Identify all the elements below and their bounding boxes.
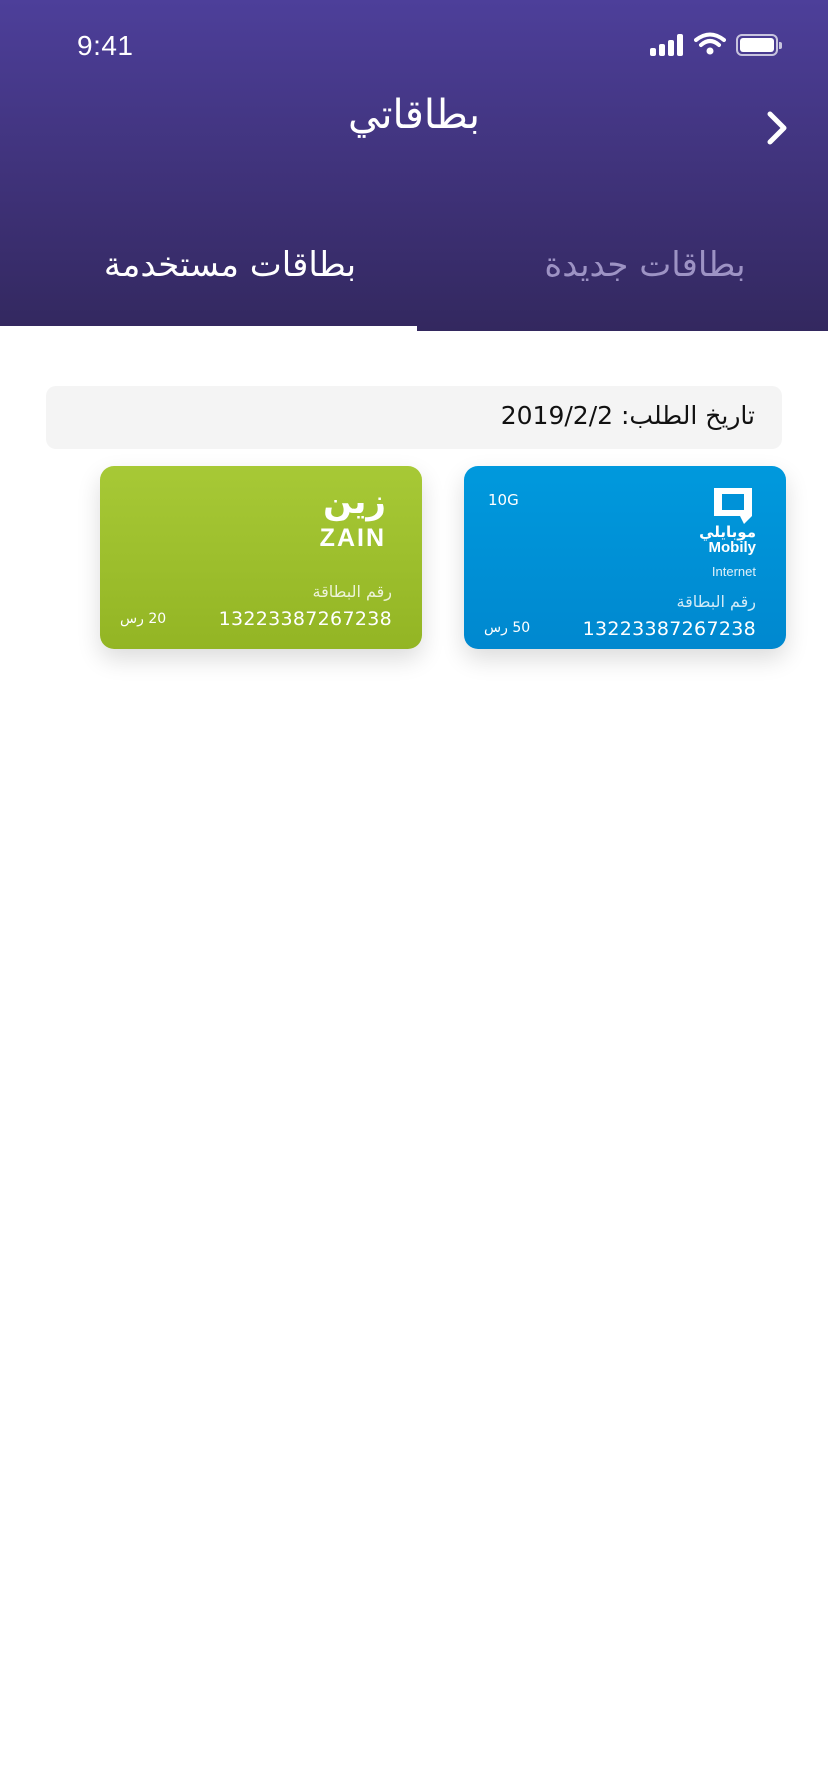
card-number-label: رقم البطاقة xyxy=(676,592,756,611)
tab-new-cards[interactable]: بطاقات جديدة xyxy=(520,245,770,285)
page-title: بطاقاتي xyxy=(348,92,480,138)
signal-icon xyxy=(650,34,686,56)
wifi-icon xyxy=(694,32,726,55)
brand-name-ar: زين xyxy=(323,482,386,522)
active-tab-indicator xyxy=(0,326,417,331)
mobily-logo-icon xyxy=(714,488,752,524)
chevron-right-icon[interactable] xyxy=(760,108,794,148)
card-type: Internet xyxy=(711,564,756,579)
brand-name-en: ZAIN xyxy=(319,524,386,552)
order-date-bar: تاريخ الطلب: 2019/2/2 xyxy=(46,386,782,449)
zain-card[interactable]: زين ZAIN رقم البطاقة 13223387267238 20 ر… xyxy=(100,466,422,649)
battery-icon xyxy=(736,34,782,56)
card-number: 13223387267238 xyxy=(218,608,392,630)
header: 9:41 بطاقاتي بطاقات مستخدمة بطاقات جديدة xyxy=(0,0,828,331)
card-capacity: 10G xyxy=(488,491,519,509)
card-price: 50 رس xyxy=(484,620,531,636)
card-number-label: رقم البطاقة xyxy=(312,582,392,601)
brand-name-en: Mobily xyxy=(708,539,757,556)
status-time: 9:41 xyxy=(77,30,134,61)
mobily-card[interactable]: 10G موبايلي Mobily Internet رقم البطاقة … xyxy=(464,466,786,649)
order-date: تاريخ الطلب: 2019/2/2 xyxy=(500,401,755,430)
card-price: 20 رس xyxy=(120,611,167,627)
card-number: 13223387267238 xyxy=(582,618,756,640)
tab-used-cards[interactable]: بطاقات مستخدمة xyxy=(70,245,390,285)
